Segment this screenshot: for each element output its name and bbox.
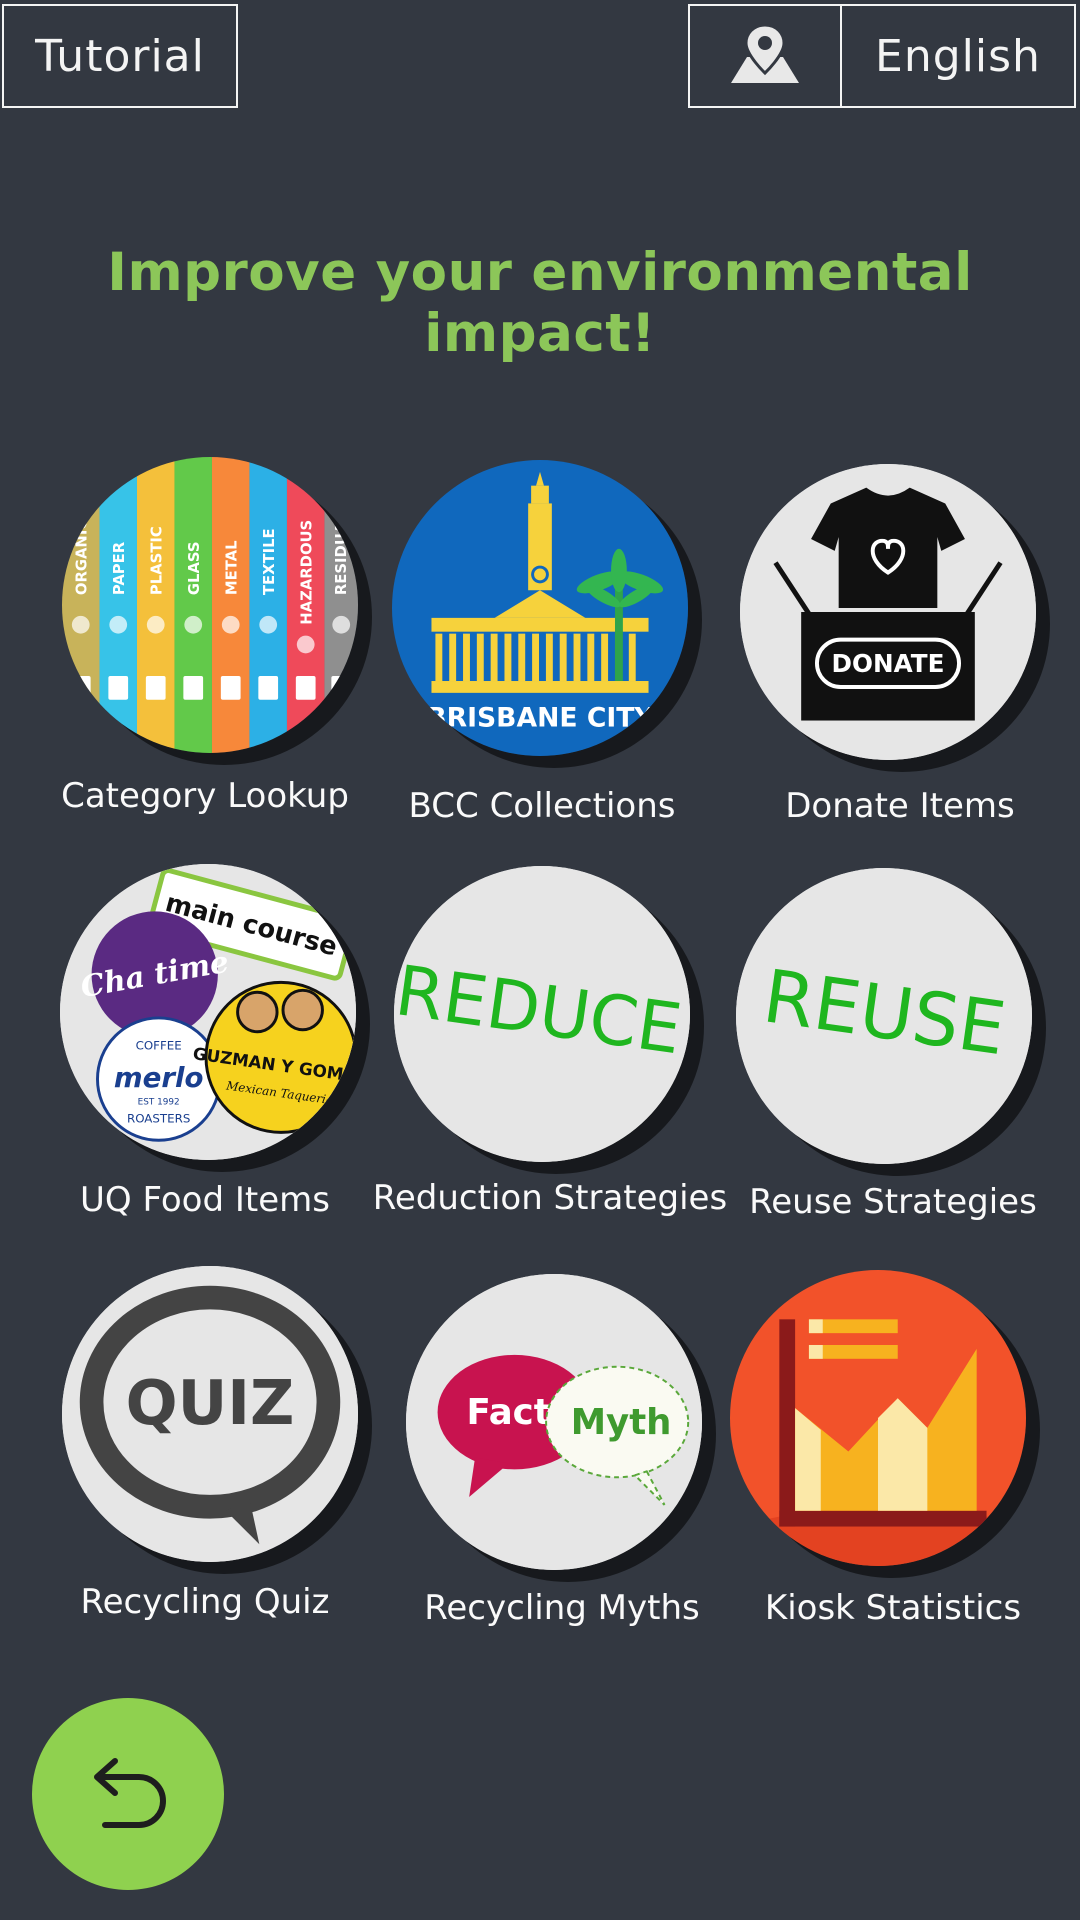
stripe-label: METAL [224,540,241,595]
quiz-text: QUIZ [126,1368,295,1439]
merlo-text: merlo [114,1061,204,1094]
stripe-label: HAZARDOUS [299,520,316,625]
donate-items-label: Donate Items [785,786,1015,826]
statistics-chart-icon [730,1270,1026,1566]
language-button[interactable]: English [840,4,1076,108]
category-lookup-label: Category Lookup [61,776,349,816]
reuse-strategies-label: Reuse Strategies [749,1182,1037,1222]
donate-text: DONATE [832,649,945,678]
stripe-label: TEXTILE [261,528,278,595]
food-vendors-icon: main course Cha time COFFEE merlo EST 19… [60,864,356,1160]
stripe-label: ORGANIC [74,519,91,595]
reduction-strategies-label: Reduction Strategies [372,1178,728,1218]
language-label: English [875,30,1041,82]
tutorial-label: Tutorial [35,30,205,82]
fact-myth-icon: Fact Myth [406,1274,702,1570]
stripe-label: RESIDUAL [333,512,350,595]
location-button[interactable] [688,4,842,108]
recycling-myths-label: Recycling Myths [424,1588,700,1628]
brisbane-city-text: BRISBANE CITY [426,702,654,733]
stripe-label: PAPER [111,541,128,595]
reduce-icon: REDUCE [394,866,690,1162]
back-arrow-icon [94,1758,166,1828]
merlo-coffee-text: COFFEE [136,1038,182,1052]
merlo-est-text: EST 1992 [138,1098,180,1108]
uq-food-items-label: UQ Food Items [80,1180,330,1220]
stripe-label: GLASS [186,541,203,595]
myth-text: Myth [571,1402,672,1443]
tutorial-button[interactable]: Tutorial [2,4,238,108]
recycling-quiz-label: Recycling Quiz [80,1582,330,1622]
reuse-icon: REUSE [736,868,1032,1164]
merlo-roasters-text: ROASTERS [127,1112,190,1126]
donate-box-icon: DONATE [740,464,1036,760]
stripe-label: PLASTIC [149,526,166,595]
fact-text: Fact [467,1392,551,1433]
back-button[interactable] [32,1698,224,1890]
headline: Improve your environmental impact! [107,242,973,364]
bcc-collections-label: BCC Collections [408,786,676,826]
map-pin-icon [731,23,799,83]
recycling-categories-icon: ORGANIC PAPER PLASTIC GLASS METAL TEXTIL… [62,457,358,753]
kiosk-statistics-label: Kiosk Statistics [764,1588,1022,1628]
brisbane-city-logo: BRISBANE CITY [392,460,688,756]
quiz-bubble-icon: QUIZ [62,1266,358,1562]
